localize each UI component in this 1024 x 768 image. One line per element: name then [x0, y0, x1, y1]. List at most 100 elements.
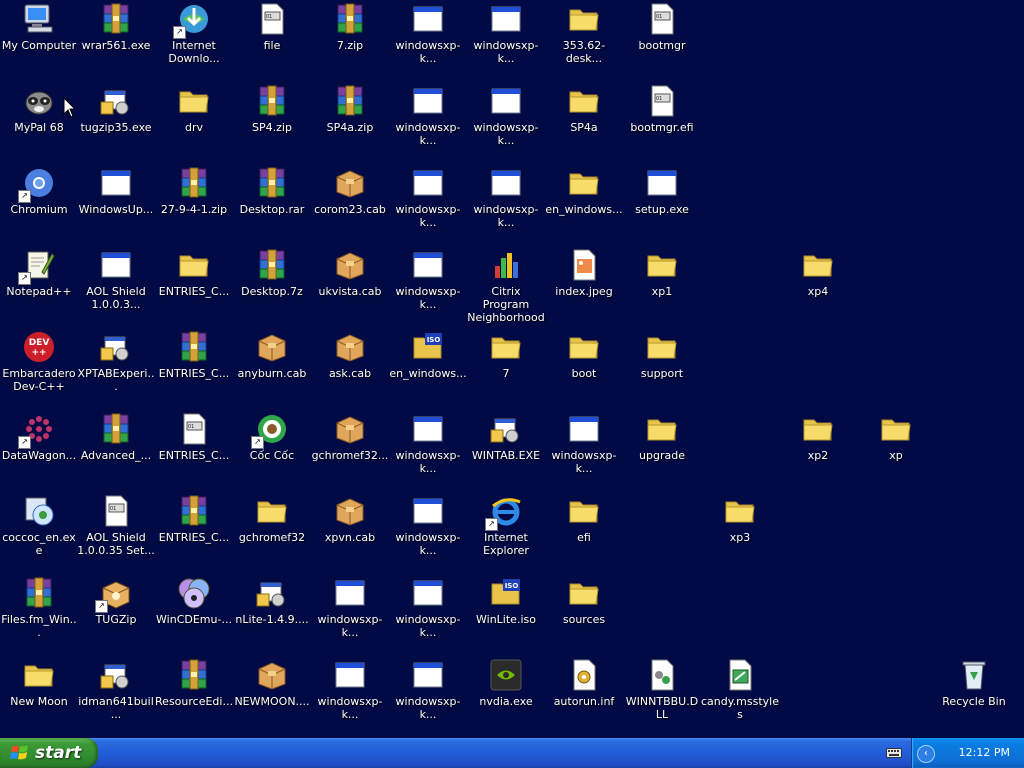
- desktop-icon[interactable]: ukvista.cab: [311, 248, 389, 328]
- desktop-icon[interactable]: ↗ Chromium: [0, 166, 78, 246]
- desktop-icon[interactable]: windowsxp-k...: [389, 2, 467, 82]
- desktop-icon[interactable]: autorun.inf: [545, 658, 623, 738]
- desktop-icon[interactable]: index.jpeg: [545, 248, 623, 328]
- desktop-icon[interactable]: support: [623, 330, 701, 410]
- desktop-icon[interactable]: windowsxp-k...: [389, 166, 467, 246]
- desktop-icon[interactable]: WINNTBBU.DLL: [623, 658, 701, 738]
- svg-text:DEV: DEV: [29, 338, 50, 348]
- desktop-icon[interactable]: boot: [545, 330, 623, 410]
- desktop-icon[interactable]: My Computer: [0, 2, 78, 82]
- desktop-icon[interactable]: nLite-1.4.9....: [233, 576, 311, 656]
- desktop-icon[interactable]: windowsxp-k...: [311, 658, 389, 738]
- desktop-icon-label: WINNTBBU.DLL: [625, 695, 699, 721]
- desktop-icon[interactable]: SP4a: [545, 84, 623, 164]
- desktop-icon[interactable]: windowsxp-k...: [389, 494, 467, 574]
- iso-icon: ISO: [489, 576, 523, 610]
- desktop-icon[interactable]: setup.exe: [623, 166, 701, 246]
- desktop-icon[interactable]: xp: [857, 412, 935, 492]
- desktop-icon[interactable]: windowsxp-k...: [545, 412, 623, 492]
- desktop-icon[interactable]: ↗ TUGZip: [77, 576, 155, 656]
- keyboard-icon[interactable]: [886, 747, 902, 759]
- desktop-icon[interactable]: Desktop.7z: [233, 248, 311, 328]
- desktop-icon[interactable]: windowsxp-k...: [389, 84, 467, 164]
- desktop-icon[interactable]: ↗ Cốc Cốc: [233, 412, 311, 492]
- window-app-icon: [411, 248, 445, 282]
- desktop-icon[interactable]: windowsxp-k...: [389, 248, 467, 328]
- show-hidden-icons-chevron-icon[interactable]: ‹: [917, 745, 935, 763]
- desktop-icon[interactable]: windowsxp-k...: [467, 2, 545, 82]
- chromium-icon: ↗: [18, 166, 56, 203]
- desktop-icon[interactable]: wrar561.exe: [77, 2, 155, 82]
- desktop-icon[interactable]: gchromef32: [233, 494, 311, 574]
- desktop-icon[interactable]: 353.62-desk...: [545, 2, 623, 82]
- desktop-icon[interactable]: ENTRIES_C...: [155, 330, 233, 410]
- desktop-icon-label: corom23.cab: [314, 203, 386, 216]
- desktop-icon[interactable]: 01 file: [233, 2, 311, 82]
- desktop-icon[interactable]: xp2: [779, 412, 857, 492]
- desktop-icon[interactable]: ISO WinLite.iso: [467, 576, 545, 656]
- desktop-icon[interactable]: 01 bootmgr.efi: [623, 84, 701, 164]
- desktop-icon[interactable]: ask.cab: [311, 330, 389, 410]
- desktop-icon[interactable]: candy.msstyles: [701, 658, 779, 738]
- desktop-icon[interactable]: NEWMOON....: [233, 658, 311, 738]
- desktop-icon[interactable]: WindowsUp...: [77, 166, 155, 246]
- desktop-icon[interactable]: SP4.zip: [233, 84, 311, 164]
- desktop-icon-label: support: [640, 367, 684, 380]
- desktop-icon[interactable]: efi: [545, 494, 623, 574]
- desktop-icon[interactable]: xp3: [701, 494, 779, 574]
- desktop-icon[interactable]: AOL Shield 1.0.0.3...: [77, 248, 155, 328]
- desktop-icon[interactable]: ↗ DataWagon...: [0, 412, 78, 492]
- desktop-icon[interactable]: windowsxp-k...: [467, 84, 545, 164]
- desktop-icon[interactable]: ENTRIES_C...: [155, 494, 233, 574]
- desktop-icon[interactable]: 7.zip: [311, 2, 389, 82]
- desktop-icon[interactable]: xp1: [623, 248, 701, 328]
- desktop-icon[interactable]: WINTAB.EXE: [467, 412, 545, 492]
- desktop-icon[interactable]: anyburn.cab: [233, 330, 311, 410]
- desktop-icon[interactable]: windowsxp-k...: [389, 576, 467, 656]
- desktop-icon[interactable]: ↗ Notepad++: [0, 248, 78, 328]
- desktop-icon[interactable]: windowsxp-k...: [389, 658, 467, 738]
- desktop-icon[interactable]: Citrix Program Neighborhood: [467, 248, 545, 328]
- desktop-icon[interactable]: idman641buil...: [77, 658, 155, 738]
- desktop-icon[interactable]: SP4a.zip: [311, 84, 389, 164]
- desktop-icon[interactable]: ↗ Internet Explorer: [467, 494, 545, 574]
- desktop-icon[interactable]: ↗ Internet Downlo...: [155, 2, 233, 82]
- winrar-archive-icon: [333, 2, 367, 36]
- desktop-icon[interactable]: windowsxp-k...: [467, 166, 545, 246]
- desktop-icon[interactable]: en_windows...: [545, 166, 623, 246]
- desktop-icon[interactable]: coccoc_en.exe: [0, 494, 78, 574]
- desktop-icon[interactable]: 01 ENTRIES_C...: [155, 412, 233, 492]
- start-button[interactable]: start: [0, 738, 98, 768]
- tray-clock[interactable]: 12:12 PM: [959, 746, 1010, 759]
- desktop-icon[interactable]: sources: [545, 576, 623, 656]
- desktop-icon[interactable]: Desktop.rar: [233, 166, 311, 246]
- desktop-icon[interactable]: windowsxp-k...: [311, 576, 389, 656]
- desktop-icon[interactable]: 01 AOL Shield 1.0.0.35 Set...: [77, 494, 155, 574]
- desktop-icon[interactable]: Files.fm_Win...: [0, 576, 78, 656]
- desktop-icon[interactable]: MyPal 68: [0, 84, 78, 164]
- desktop-icon[interactable]: ResourceEdi...: [155, 658, 233, 738]
- desktop-icon[interactable]: xpvn.cab: [311, 494, 389, 574]
- desktop-icon[interactable]: xp4: [779, 248, 857, 328]
- desktop-icon[interactable]: Advanced_...: [77, 412, 155, 492]
- desktop-icon[interactable]: 27-9-4-1.zip: [155, 166, 233, 246]
- desktop-icon[interactable]: 7: [467, 330, 545, 410]
- settings-file-icon: [567, 658, 601, 692]
- desktop-icon[interactable]: 01 bootmgr: [623, 2, 701, 82]
- desktop-icon[interactable]: drv: [155, 84, 233, 164]
- desktop-icon[interactable]: windowsxp-k...: [389, 412, 467, 492]
- desktop-icon[interactable]: Recycle Bin: [935, 658, 1013, 738]
- desktop-icon[interactable]: DEV ++ Embarcadero Dev-C++: [0, 330, 78, 410]
- desktop-icon[interactable]: ENTRIES_C...: [155, 248, 233, 328]
- desktop-icon[interactable]: corom23.cab: [311, 166, 389, 246]
- desktop-icon[interactable]: gchromef32...: [311, 412, 389, 492]
- desktop-icon[interactable]: New Moon: [0, 658, 78, 738]
- desktop-icon[interactable]: ISO en_windows...: [389, 330, 467, 410]
- desktop-icon[interactable]: XPTABExperi...: [77, 330, 155, 410]
- desktop-icon[interactable]: nvdia.exe: [467, 658, 545, 738]
- desktop-icon[interactable]: tugzip35.exe: [77, 84, 155, 164]
- desktop-icon-label: Recycle Bin: [942, 695, 1006, 708]
- desktop-icon[interactable]: upgrade: [623, 412, 701, 492]
- desktop-icon[interactable]: WinCDEmu-...: [155, 576, 233, 656]
- window-app-icon: [489, 166, 523, 200]
